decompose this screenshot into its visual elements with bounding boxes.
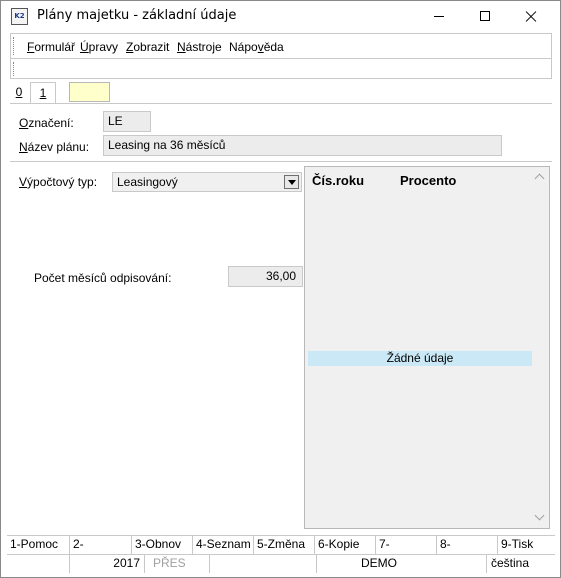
menu-bar: Formulář Úpravy Zobrazit Nástroje Nápově… <box>10 33 552 58</box>
status-bar: 2017 PŘES DEMO čeština <box>7 554 555 573</box>
maximize-icon <box>480 11 490 21</box>
minimize-button[interactable] <box>416 1 462 32</box>
fkey-2[interactable]: 2- <box>69 536 131 554</box>
left-form-pane: Výpočtový typ: Leasingový Počet měsíců o… <box>10 165 303 530</box>
tab-1[interactable]: 1 <box>30 82 56 104</box>
oznaceni-label: Označení: <box>19 116 74 130</box>
pocet-mesicu-label: Počet měsíců odpisování: <box>34 271 172 285</box>
menu-grip[interactable] <box>13 37 14 55</box>
toolbar-grip[interactable] <box>13 62 14 76</box>
vypoctovy-typ-select[interactable]: Leasingový <box>112 172 302 192</box>
status-cell-empty-2 <box>209 555 316 573</box>
menu-formular[interactable]: Formulář <box>27 40 75 54</box>
chevron-down-icon[interactable] <box>284 175 299 189</box>
fkey-9[interactable]: 9-Tisk <box>497 536 555 554</box>
vertical-scrollbar[interactable] <box>532 167 549 528</box>
tab-0[interactable]: 0 <box>12 82 26 103</box>
fkey-7[interactable]: 7- <box>375 536 436 554</box>
column-header-rok[interactable]: Čís.roku <box>312 172 364 190</box>
menu-upravy[interactable]: Úpravy <box>80 40 118 54</box>
vypoctovy-typ-label: Výpočtový typ: <box>19 175 98 189</box>
title-bar[interactable]: K2 Plány majetku - základní údaje <box>1 1 560 32</box>
tab-highlight-field[interactable] <box>69 82 110 102</box>
oznaceni-field[interactable]: LE <box>103 111 151 132</box>
empty-grid-message: Žádné údaje <box>308 351 532 366</box>
fkey-6[interactable]: 6-Kopie <box>314 536 375 554</box>
fkey-3[interactable]: 3-Obnov <box>131 536 192 554</box>
nazev-field[interactable]: Leasing na 36 měsíců <box>103 135 502 156</box>
section-divider <box>10 161 552 162</box>
status-mode: PŘES <box>144 555 209 573</box>
menu-zobrazit[interactable]: Zobrazit <box>126 40 169 54</box>
close-button[interactable] <box>508 1 554 32</box>
menu-nastroje[interactable]: Nástroje <box>177 40 222 54</box>
application-window: K2 Plány majetku - základní údaje Formul… <box>0 0 561 578</box>
scroll-up-icon[interactable] <box>536 173 545 182</box>
scroll-down-icon[interactable] <box>536 513 545 522</box>
fkey-4[interactable]: 4-Seznam <box>192 536 253 554</box>
column-header-procento[interactable]: Procento <box>400 172 464 190</box>
minimize-icon <box>434 16 444 17</box>
app-icon[interactable]: K2 <box>11 8 28 25</box>
rates-grid[interactable]: Čís.roku Procento Žádné údaje <box>304 166 550 529</box>
fkey-8[interactable]: 8- <box>436 536 497 554</box>
nazev-label: Název plánu: <box>19 140 90 154</box>
status-language: čeština <box>486 555 555 573</box>
status-cell-empty <box>7 555 69 573</box>
pocet-mesicu-field[interactable]: 36,00 <box>228 266 303 287</box>
maximize-button[interactable] <box>462 1 508 32</box>
toolbar <box>10 58 552 79</box>
status-database: DEMO <box>316 555 486 573</box>
header-panel: Označení: LE Název plánu: Leasing na 36 … <box>10 103 552 161</box>
menu-napoveda[interactable]: Nápověda <box>229 40 284 54</box>
fkey-1[interactable]: 1-Pomoc <box>7 536 69 554</box>
fkey-5[interactable]: 5-Změna <box>253 536 314 554</box>
function-key-bar: 1-Pomoc 2- 3-Obnov 4-Seznam 5-Změna 6-Ko… <box>7 535 555 554</box>
window-title: Plány majetku - základní údaje <box>37 8 237 23</box>
status-year: 2017 <box>69 555 144 573</box>
